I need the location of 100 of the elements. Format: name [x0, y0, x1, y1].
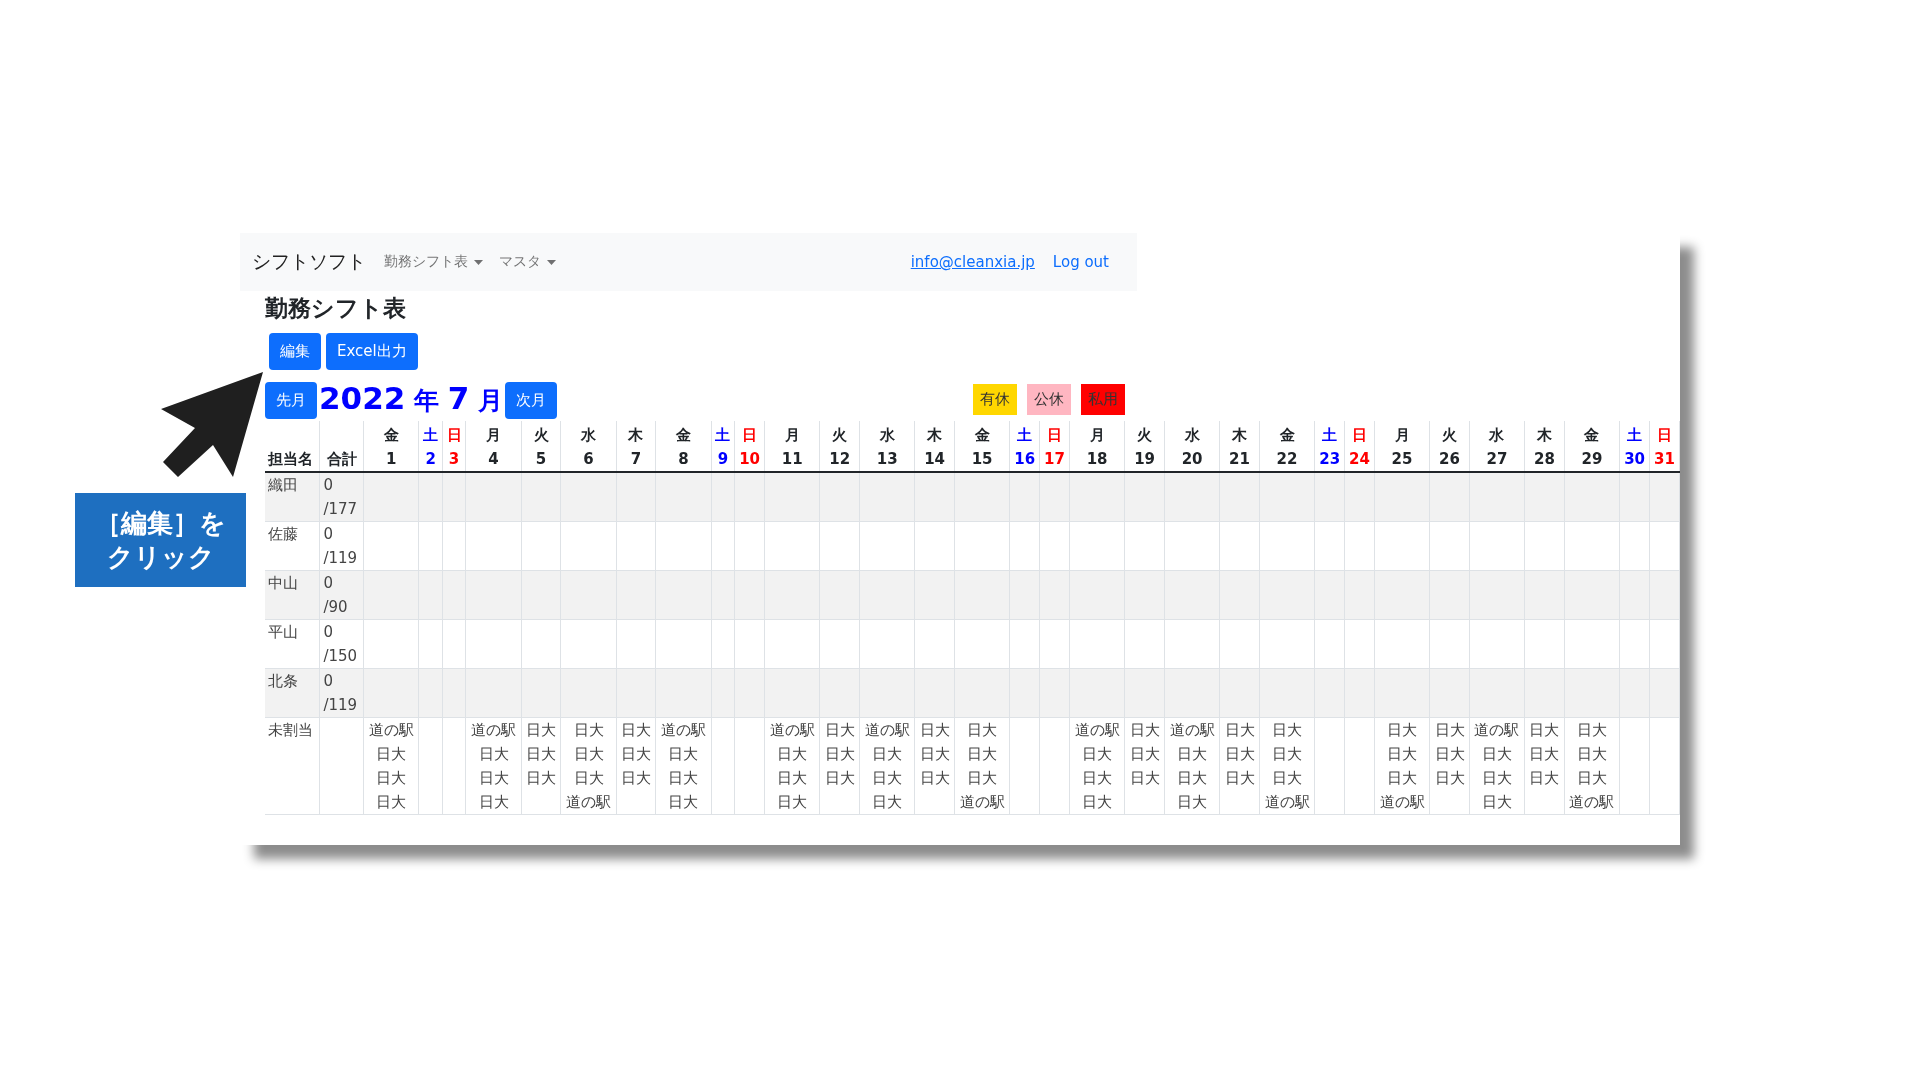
staff-name: 佐藤 — [265, 521, 320, 571]
shift-entry: 日大 — [1081, 744, 1114, 765]
shift-entry: 日大 — [572, 768, 605, 789]
shift-entry: 道の駅 — [659, 720, 707, 741]
weekday-label: 月 — [1393, 425, 1411, 446]
weekday-label: 金 — [1278, 425, 1296, 446]
shift-entry: 日大 — [1433, 720, 1466, 741]
arrow-icon — [161, 372, 263, 477]
weekday-label: 月 — [1088, 425, 1106, 446]
shift-entry: 道の駅 — [565, 792, 612, 813]
required-hours: /90 — [323, 597, 349, 618]
date-label: 7 — [629, 449, 643, 470]
staff-name: 平山 — [265, 619, 320, 669]
shift-entry: 日大 — [776, 768, 809, 789]
date-label: 31 — [1653, 449, 1676, 470]
shift-entry: 日大 — [1223, 768, 1256, 789]
date-label: 3 — [447, 449, 461, 470]
legend-tag: 有休 — [973, 383, 1017, 415]
date-label: 21 — [1228, 449, 1251, 470]
staff-name: 未割当 — [265, 717, 320, 815]
date-label: 5 — [534, 449, 548, 470]
weekday-label: 日 — [1655, 425, 1673, 446]
shift-entry: 日大 — [1128, 768, 1161, 789]
shift-entry: 日大 — [1176, 768, 1209, 789]
weekday-label: 火 — [1136, 425, 1154, 446]
date-label: 12 — [828, 449, 852, 470]
callout-text: ［編集］をクリック — [94, 507, 227, 574]
date-label: 24 — [1348, 449, 1371, 470]
weekday-label: 火 — [1441, 425, 1458, 446]
shift-entry: 日大 — [525, 744, 557, 765]
weekday-label: 土 — [1016, 425, 1034, 446]
shift-entry: 日大 — [375, 768, 408, 789]
shift-entry: 日大 — [1386, 744, 1418, 765]
app-brand[interactable]: シフトソフト — [252, 249, 366, 275]
staff-name: 北条 — [265, 668, 320, 718]
shift-entry: 日大 — [667, 768, 700, 789]
next-month-button[interactable]: 次月 — [505, 382, 557, 419]
shift-entry: 道の駅 — [1473, 720, 1521, 741]
shift-entry: 日大 — [918, 768, 951, 789]
weekday-label: 金 — [382, 425, 400, 446]
user-email-link[interactable]: info@cleanxia.jp — [910, 253, 1035, 271]
action-button[interactable]: Excel出力 — [326, 333, 418, 370]
date-label: 4 — [487, 449, 500, 470]
worked-hours: 0 — [323, 671, 334, 692]
shift-entry: 日大 — [620, 720, 652, 741]
shift-entry: 日大 — [1528, 768, 1561, 789]
nav-dropdown[interactable]: 勤務シフト表 — [384, 253, 483, 271]
shift-entry: 日大 — [1433, 744, 1466, 765]
shift-entry: 日大 — [1271, 768, 1304, 789]
shift-entry: 日大 — [375, 744, 408, 765]
shift-entry: 日大 — [1575, 744, 1608, 765]
shift-entry: 日大 — [1128, 744, 1161, 765]
date-label: 18 — [1085, 449, 1109, 470]
logout-link[interactable]: Log out — [1052, 253, 1109, 271]
shift-entry: 日大 — [1433, 768, 1466, 789]
shift-entry: 日大 — [823, 768, 856, 789]
action-button[interactable]: 編集 — [269, 333, 321, 370]
caret-icon — [547, 259, 556, 265]
shift-entry: 道の駅 — [1073, 720, 1121, 741]
shift-entry: 日大 — [1271, 744, 1304, 765]
date-label: 17 — [1043, 449, 1066, 470]
shift-entry: 道の駅 — [1568, 792, 1616, 813]
weekday-label: 火 — [532, 425, 550, 446]
shift-entry: 日大 — [823, 744, 856, 765]
shift-entry: 道の駅 — [958, 792, 1006, 813]
date-label: 8 — [677, 449, 690, 470]
worked-hours: 0 — [323, 524, 334, 545]
date-label: 28 — [1533, 449, 1556, 470]
date-label: 6 — [582, 449, 595, 470]
date-label: 20 — [1180, 449, 1204, 470]
worked-hours: 0 — [323, 573, 334, 594]
date-label: 15 — [970, 449, 994, 470]
shift-entry: 日大 — [1528, 720, 1561, 741]
weekday-label: 木 — [1535, 425, 1553, 446]
nav-dropdown[interactable]: マスタ — [499, 253, 556, 271]
weekday-label: 日 — [1350, 425, 1368, 446]
shift-entry: 日大 — [966, 744, 999, 765]
page-title: 勤務シフト表 — [265, 294, 407, 323]
shift-entry: 日大 — [1481, 768, 1513, 789]
weekday-label: 水 — [580, 425, 597, 446]
weekday-label: 木 — [1231, 425, 1249, 446]
weekday-label: 金 — [1583, 425, 1601, 446]
shift-entry: 日大 — [871, 744, 904, 765]
shift-entry: 道の駅 — [768, 720, 816, 741]
date-label: 27 — [1485, 449, 1509, 470]
weekday-label: 金 — [973, 425, 991, 446]
date-label: 11 — [780, 449, 804, 470]
weekday-label: 土 — [714, 425, 732, 446]
shift-entry: 日大 — [966, 720, 999, 741]
shift-entry: 日大 — [572, 744, 605, 765]
shift-entry: 日大 — [918, 720, 951, 741]
previous-month-button[interactable]: 先月 — [265, 382, 317, 419]
shift-entry: 日大 — [620, 768, 652, 789]
shift-entry: 日大 — [1575, 768, 1608, 789]
staff-name: 中山 — [265, 570, 320, 620]
date-label: 29 — [1580, 449, 1604, 470]
weekday-label: 水 — [1183, 425, 1201, 446]
shift-entry: 日大 — [871, 768, 904, 789]
shift-entry: 日大 — [823, 720, 856, 741]
shift-entry: 日大 — [1223, 720, 1256, 741]
